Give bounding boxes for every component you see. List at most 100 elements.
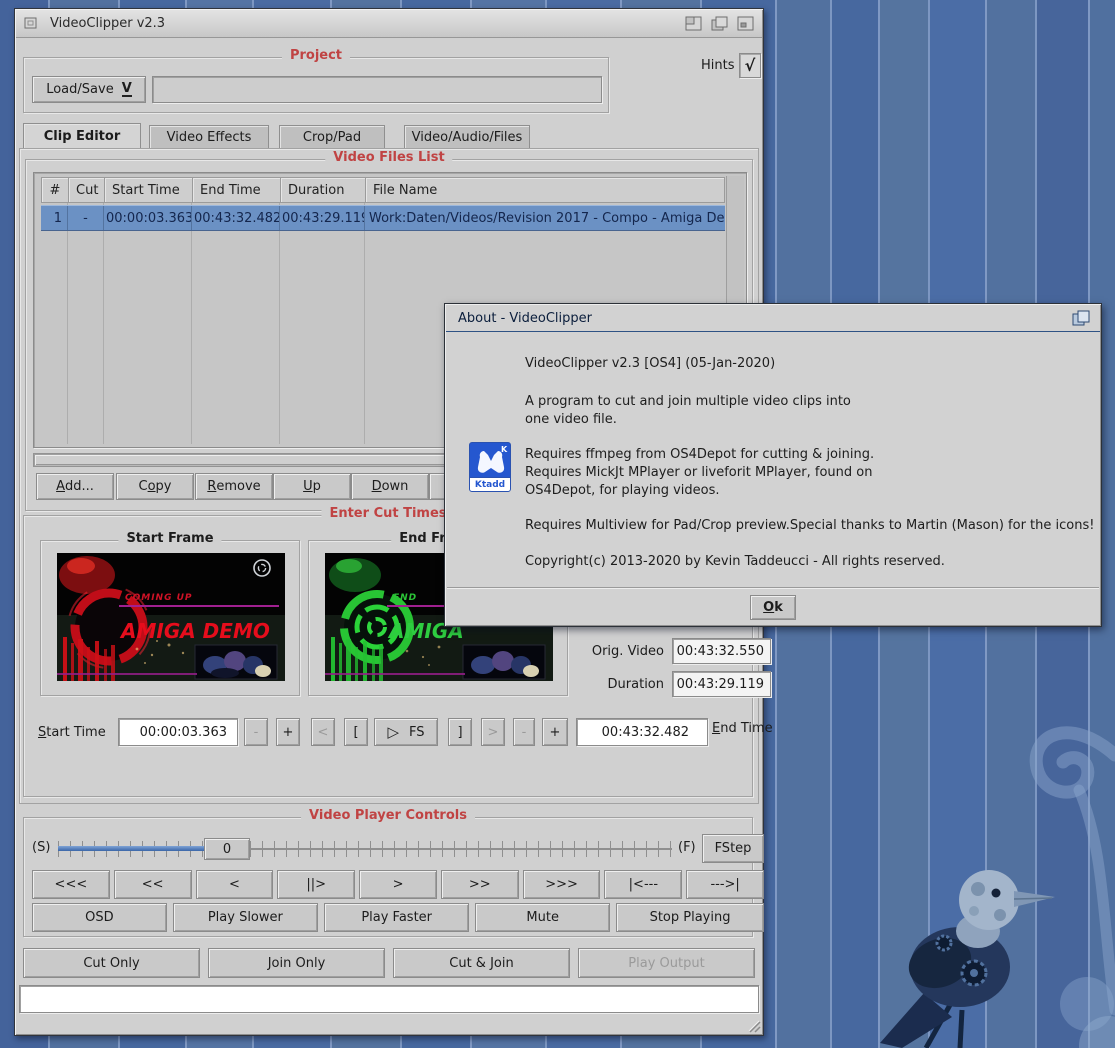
load-save-button[interactable]: Load/Save V [32,76,146,103]
play-faster-button[interactable]: Play Faster [324,903,469,932]
start-time-label: Start Time [38,725,106,740]
duration-label: Duration [582,677,664,692]
slider-handle[interactable]: 0 [204,838,250,860]
start-time-field[interactable]: 00:00:03.363 [118,718,238,746]
enter-cut-times-title: Enter Cut Times [321,506,454,521]
table-header-row: # Cut Start Time End Time Duration File … [41,177,725,203]
chooser-arrow-icon: V [122,82,132,97]
copy-button[interactable]: Copy [116,473,194,500]
resize-grip[interactable] [747,1019,761,1033]
about-dialog: About - VideoClipper VideoClipper v2.3 [… [444,303,1102,627]
table-row[interactable]: 1 - 00:00:03.363 00:43:32.482 00:43:29.1… [41,205,725,231]
position-slider[interactable]: 0 [58,838,672,860]
cell-num: 1 [41,206,68,230]
start-minus-button[interactable]: - [244,718,268,746]
cell-duration: 00:43:29.119 [280,206,365,230]
zoom-gadget[interactable] [685,16,702,31]
start-plus-button[interactable]: + [276,718,300,746]
play-fs-button[interactable]: ▷ FS [374,718,438,746]
col-header-filename[interactable]: File Name [366,178,724,202]
video-player-controls-title: Video Player Controls [301,808,475,823]
end-time-label: End Time [712,721,773,736]
add-button[interactable]: Add... [36,473,114,500]
hints-checkbox[interactable]: √ [739,53,761,78]
video-player-controls-group: Video Player Controls (S) 0 (F) FStep <<… [23,817,753,937]
about-titlebar[interactable]: About - VideoClipper [446,305,1100,332]
step-forward-button[interactable]: > [359,870,437,899]
hscroll-thumb[interactable] [35,455,455,465]
goto-end-button[interactable]: --->| [686,870,764,899]
svg-text:K: K [501,445,508,454]
svg-text:COMING UP: COMING UP [125,593,193,603]
about-desc-line1: A program to cut and join multiple video… [525,394,851,409]
stop-playing-button[interactable]: Stop Playing [616,903,764,932]
mark-out-button[interactable]: ] [448,718,472,746]
hints-label: Hints [701,58,735,73]
main-titlebar[interactable]: VideoClipper v2.3 [16,10,762,38]
about-req-line4: Requires Multiview for Pad/Crop preview.… [525,518,1094,533]
goto-start-button[interactable]: |<--- [604,870,682,899]
join-only-button[interactable]: Join Only [208,948,385,978]
start-prev-button[interactable]: < [311,718,335,746]
down-button[interactable]: Down [351,473,429,500]
cut-and-join-button[interactable]: Cut & Join [393,948,570,978]
step-back-button[interactable]: < [196,870,274,899]
about-divider [447,587,1099,589]
col-header-duration[interactable]: Duration [281,178,366,202]
play-output-button: Play Output [578,948,755,978]
col-header-end[interactable]: End Time [193,178,281,202]
iconify-gadget[interactable] [737,16,754,31]
end-time-field[interactable]: 00:43:32.482 [576,718,708,746]
tab-video-audio-files[interactable]: Video/Audio/Files [404,125,530,149]
col-header-num[interactable]: # [42,178,69,202]
tab-crop-pad[interactable]: Crop/Pad [279,125,385,149]
tab-clip-editor[interactable]: Clip Editor [23,123,141,149]
orig-video-field: 00:43:32.550 [672,638,771,664]
osd-button[interactable]: OSD [32,903,167,932]
cell-end: 00:43:32.482 [192,206,280,230]
depth-gadget[interactable] [711,16,728,31]
project-path-field[interactable] [152,76,602,103]
start-frame-group: Start Frame COMING UP AMIGA DEMO [40,540,300,696]
tab-video-effects[interactable]: Video Effects [149,125,269,149]
video-files-list-title: Video Files List [325,150,452,165]
orig-video-label: Orig. Video [582,644,664,659]
pause-play-button[interactable]: ||> [277,870,355,899]
start-frame-title: Start Frame [118,531,221,546]
svg-text:END: END [393,593,417,603]
fstep-button[interactable]: FStep [702,834,764,863]
up-button[interactable]: Up [273,473,351,500]
cell-cut: - [68,206,104,230]
rewind-button[interactable]: << [114,870,192,899]
mark-in-button[interactable]: [ [344,718,368,746]
cut-only-button[interactable]: Cut Only [23,948,200,978]
col-header-start[interactable]: Start Time [105,178,193,202]
forward-fast-button[interactable]: >>> [523,870,601,899]
status-field [19,985,759,1013]
about-req-line3: OS4Depot, for playing videos. [525,483,720,498]
project-group: Project Load/Save V [23,57,609,113]
play-icon: ▷ [387,723,399,741]
mute-button[interactable]: Mute [475,903,610,932]
ok-button[interactable]: Ok [750,595,796,620]
cell-start: 00:00:03.363 [104,206,192,230]
slider-start-label: (S) [32,840,50,855]
end-minus-button[interactable]: - [513,718,535,746]
close-gadget[interactable] [24,17,38,30]
about-depth-gadget[interactable] [1072,310,1090,326]
player-options-row: OSD Play Slower Play Faster Mute Stop Pl… [32,903,764,932]
project-group-title: Project [282,48,350,63]
end-next-button[interactable]: > [481,718,505,746]
slider-fill [58,846,204,851]
remove-button[interactable]: Remove [195,473,273,500]
start-frame-thumbnail: COMING UP AMIGA DEMO [57,553,285,681]
forward-button[interactable]: >> [441,870,519,899]
ktadd-icon: K Ktadd [469,442,511,492]
output-buttons-row: Cut Only Join Only Cut & Join Play Outpu… [23,948,755,978]
ktadd-icon-label: Ktadd [475,480,505,490]
duration-field: 00:43:29.119 [672,671,771,697]
end-plus-button[interactable]: + [542,718,568,746]
rewind-fast-button[interactable]: <<< [32,870,110,899]
col-header-cut[interactable]: Cut [69,178,105,202]
play-slower-button[interactable]: Play Slower [173,903,318,932]
